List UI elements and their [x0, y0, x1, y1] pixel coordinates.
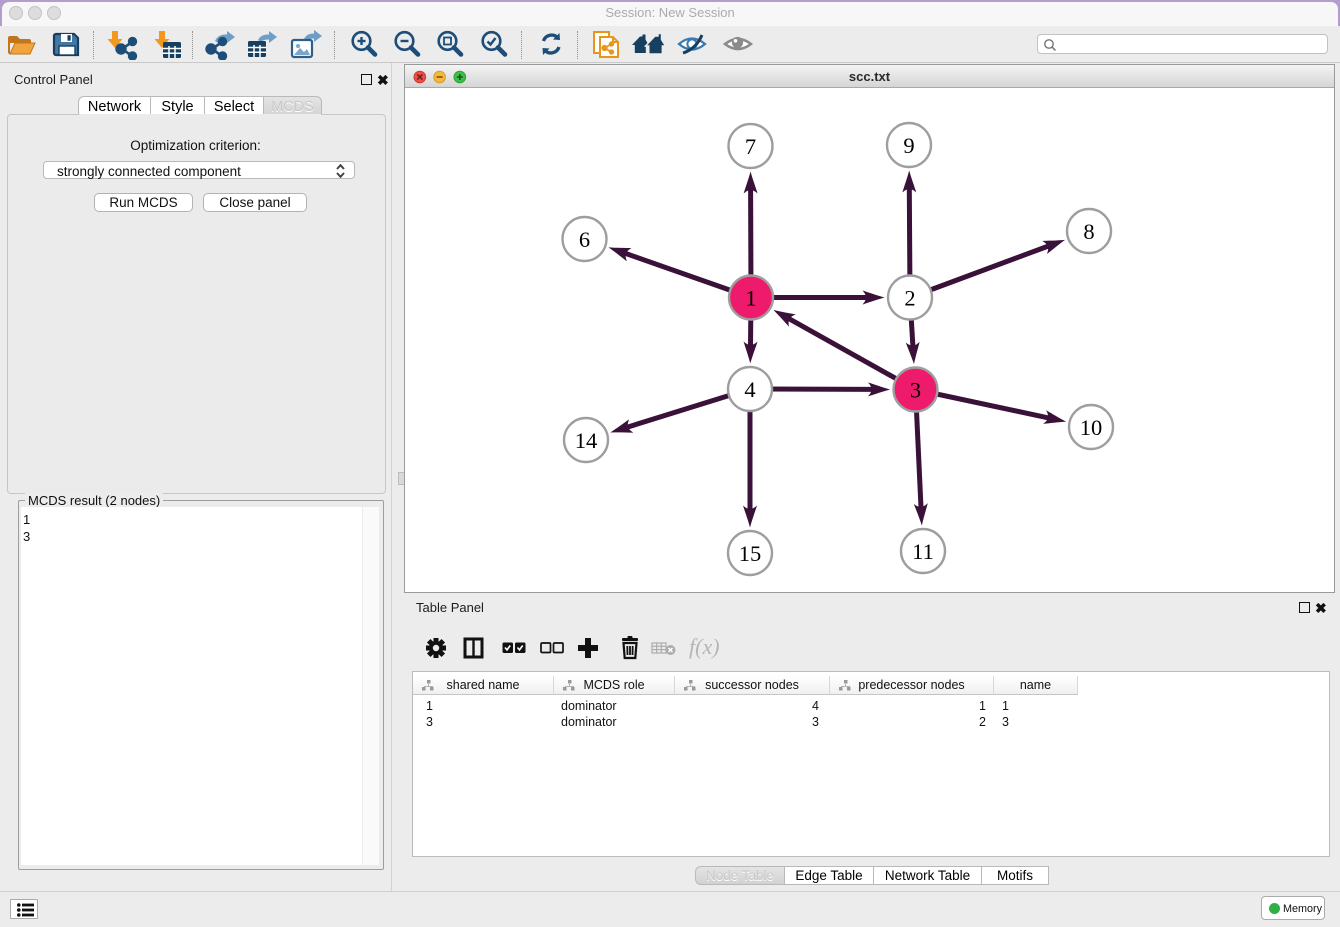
- svg-text:4: 4: [744, 377, 755, 402]
- svg-text:2: 2: [904, 286, 915, 311]
- svg-text:11: 11: [912, 539, 934, 564]
- svg-text:15: 15: [739, 541, 762, 566]
- svg-text:1: 1: [745, 286, 756, 311]
- svg-text:6: 6: [579, 227, 590, 252]
- svg-text:9: 9: [903, 133, 914, 158]
- svg-text:3: 3: [910, 378, 921, 403]
- svg-text:7: 7: [745, 134, 756, 159]
- svg-text:8: 8: [1083, 219, 1094, 244]
- svg-text:10: 10: [1080, 415, 1103, 440]
- svg-text:14: 14: [575, 428, 598, 453]
